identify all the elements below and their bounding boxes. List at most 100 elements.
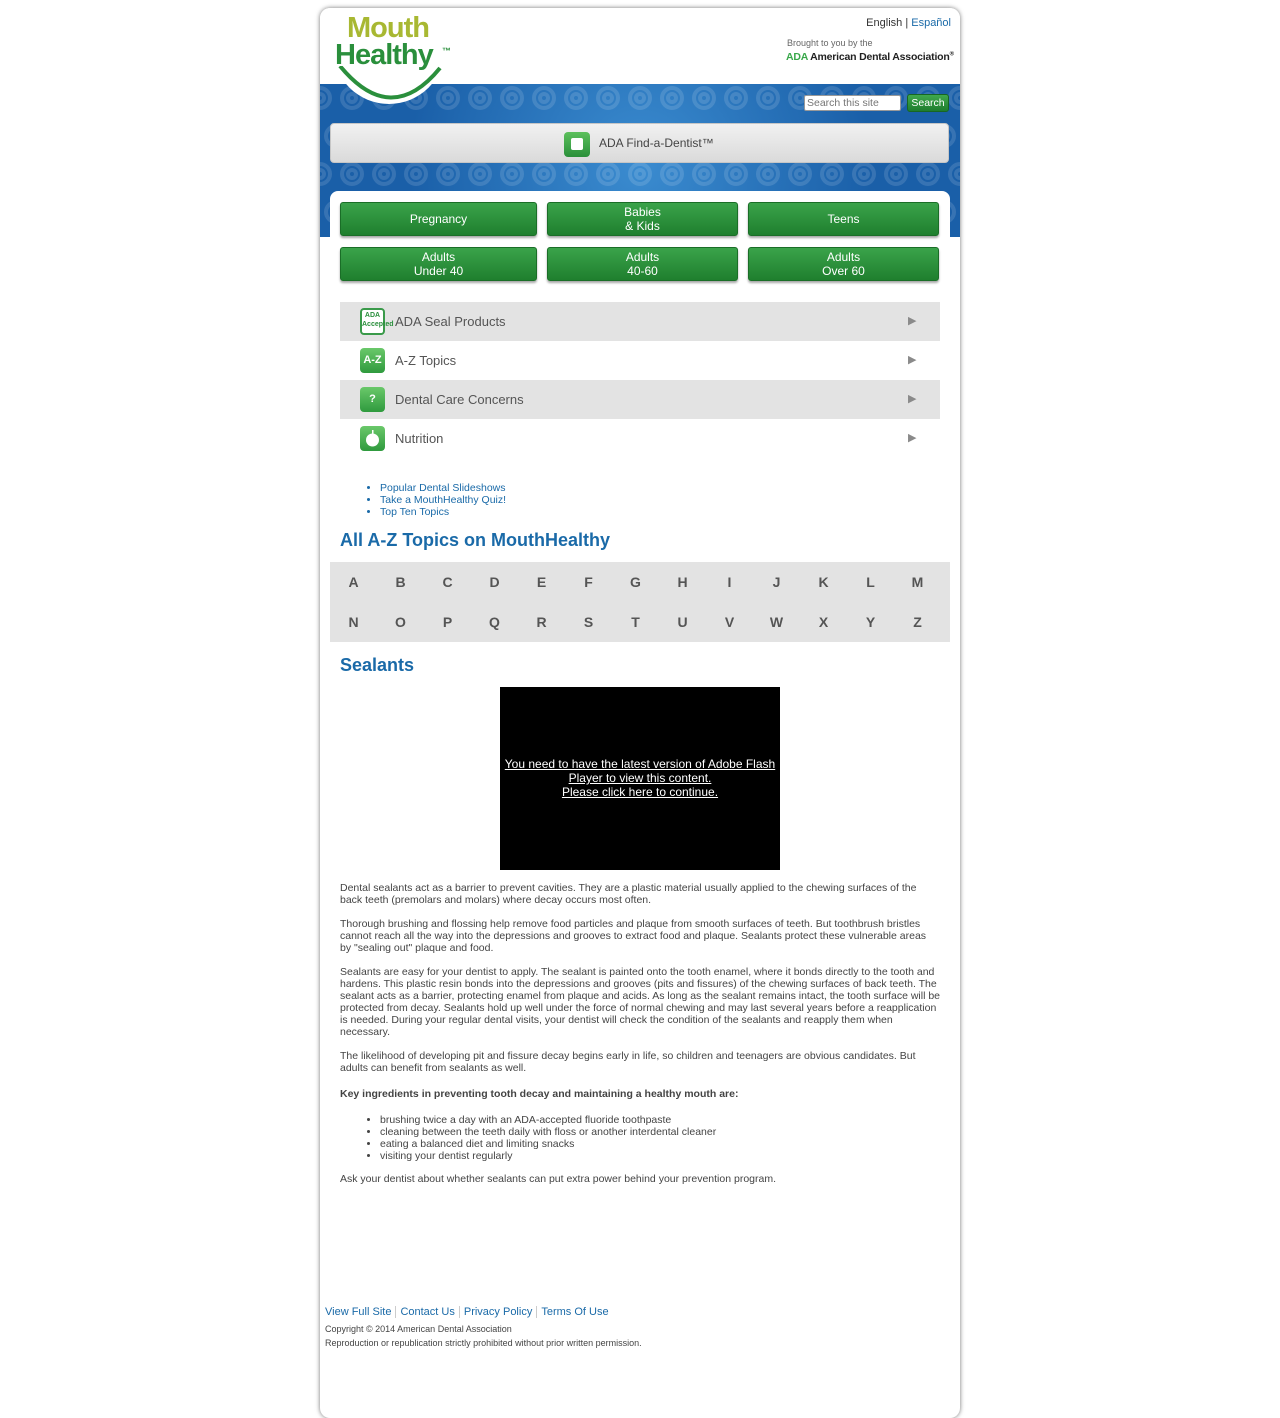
arrow-right-icon: ▶ [908,432,917,444]
a-z-icon: A-Z [360,348,385,373]
article-paragraph-1: Dental sealants act as a barrier to prev… [340,882,917,906]
article-paragraph-3: Sealants are easy for your dentist to ap… [340,966,941,1038]
letter-g[interactable]: G [612,574,659,590]
search-input[interactable] [804,95,901,111]
footer-copyright: Copyright © 2014 American Dental Associa… [325,1324,512,1334]
category-dental-care-concerns[interactable]: ? Dental Care Concerns ▶ [340,380,940,419]
letter-i[interactable]: I [706,574,753,590]
article-closing: Ask your dentist about whether sealants … [340,1173,777,1185]
az-section-title: All A-Z Topics on MouthHealthy [340,530,610,550]
arrow-right-icon: ▶ [908,354,917,366]
smile-icon [338,66,442,100]
letter-z[interactable]: Z [894,614,941,630]
letter-s[interactable]: S [565,614,612,630]
letter-k[interactable]: K [800,574,847,590]
letter-e[interactable]: E [518,574,565,590]
letter-f[interactable]: F [565,574,612,590]
az-letter-grid: ABCDEFGHIJKLM NOPQRSTUVWXYZ [330,562,950,642]
letter-x[interactable]: X [800,614,847,630]
lang-espanol-link[interactable]: Español [911,17,951,29]
search-button[interactable]: Search [907,94,949,112]
category-label: Dental Care Concerns [395,392,524,407]
audience-label: Teens [827,212,860,226]
article-paragraph-2: Thorough brushing and flossing help remo… [340,918,927,954]
audience-label: Adults Over 60 [822,250,865,278]
letter-h[interactable]: H [659,574,706,590]
category-label: Nutrition [395,431,444,446]
brought-to-you-text: Brought to you by the [787,38,873,48]
footer-terms-of-use[interactable]: Terms Of Use [537,1306,612,1318]
audience-adults-over-60[interactable]: Adults Over 60 [748,247,939,281]
letter-p[interactable]: P [424,614,471,630]
audience-label: Pregnancy [409,212,468,226]
quick-links: Popular Dental Slideshows Take a MouthHe… [360,482,506,518]
key-ingredients-heading: Key ingredients in preventing tooth deca… [340,1088,739,1100]
letter-a[interactable]: A [330,574,377,590]
ada-abbr: ADA [786,51,808,63]
audience-adults-40-60[interactable]: Adults 40-60 [547,247,738,281]
list-item: cleaning between the teeth daily with fl… [380,1126,716,1138]
audience-label: Babies & Kids [624,205,661,233]
letter-q[interactable]: Q [471,614,518,630]
mouthhealthy-logo[interactable]: Mouth Healthy ™ [330,8,451,112]
letter-u[interactable]: U [659,614,706,630]
category-ada-seal-products[interactable]: ADA Accepted ADA Seal Products ▶ [340,302,940,341]
letter-o[interactable]: O [377,614,424,630]
question-icon-text: ? [369,393,376,405]
a-z-icon-text: A-Z [363,354,382,366]
footer-view-full-site[interactable]: View Full Site [325,1306,395,1318]
letter-v[interactable]: V [706,614,753,630]
page-container: English | Español Brought to you by the … [320,8,960,1418]
find-a-dentist-button[interactable]: ADA Find-a-Dentist™ [330,123,949,163]
question-icon: ? [360,387,385,412]
ada-name: American Dental Association [810,51,950,63]
letter-r[interactable]: R [518,614,565,630]
list-item: brushing twice a day with an ADA-accepte… [380,1114,716,1126]
seal-icon-text: ADA Accepted [362,312,394,328]
list-item: visiting your dentist regularly [380,1150,716,1162]
flash-video-placeholder[interactable]: You need to have the latest version of A… [500,687,780,870]
letter-l[interactable]: L [847,574,894,590]
footer-privacy-policy[interactable]: Privacy Policy [460,1306,536,1318]
article-paragraph-4: The likelihood of developing pit and fis… [340,1050,916,1074]
letter-t[interactable]: T [612,614,659,630]
letter-n[interactable]: N [330,614,377,630]
lang-english-link[interactable]: English [866,17,902,29]
category-nutrition[interactable]: Nutrition ▶ [340,419,940,458]
footer-contact-us[interactable]: Contact Us [396,1306,458,1318]
language-switcher: English | Español [866,17,951,29]
category-a-z-topics[interactable]: A-Z A-Z Topics ▶ [340,341,940,380]
audience-teens[interactable]: Teens [748,202,939,236]
audience-pregnancy[interactable]: Pregnancy [340,202,537,236]
apple-shape [366,430,379,447]
letter-c[interactable]: C [424,574,471,590]
list-item: eating a balanced diet and limiting snac… [380,1138,716,1150]
letter-y[interactable]: Y [847,614,894,630]
apple-icon [360,426,385,451]
link-top-ten-topics[interactable]: Top Ten Topics [380,506,506,518]
link-take-quiz[interactable]: Take a MouthHealthy Quiz! [380,494,506,506]
letter-b[interactable]: B [377,574,424,590]
letter-m[interactable]: M [894,574,941,590]
audience-babies-kids[interactable]: Babies & Kids [547,202,738,236]
category-label: A-Z Topics [395,353,457,368]
arrow-right-icon: ▶ [908,393,917,405]
link-popular-slideshows[interactable]: Popular Dental Slideshows [380,482,506,494]
ada-logo[interactable]: ADA American Dental Association® [786,51,954,63]
letter-j[interactable]: J [753,574,800,590]
category-label: ADA Seal Products [395,314,506,329]
letter-w[interactable]: W [753,614,800,630]
ada-seal-icon: ADA Accepted [360,308,394,335]
letter-d[interactable]: D [471,574,518,590]
flash-line-2: Player to view this content. [568,771,712,785]
flash-line-1: You need to have the latest version of A… [504,757,776,771]
article-title: Sealants [340,655,415,675]
arrow-right-icon: ▶ [908,315,917,327]
key-ingredients-list: brushing twice a day with an ADA-accepte… [360,1114,716,1162]
find-dentist-label: ADA Find-a-Dentist™ [599,136,714,150]
logo-tm: ™ [442,46,451,56]
audience-label: Adults 40-60 [625,250,660,278]
audience-label: Adults Under 40 [413,250,464,278]
flash-message[interactable]: You need to have the latest version of A… [500,757,780,799]
audience-adults-under-40[interactable]: Adults Under 40 [340,247,537,281]
